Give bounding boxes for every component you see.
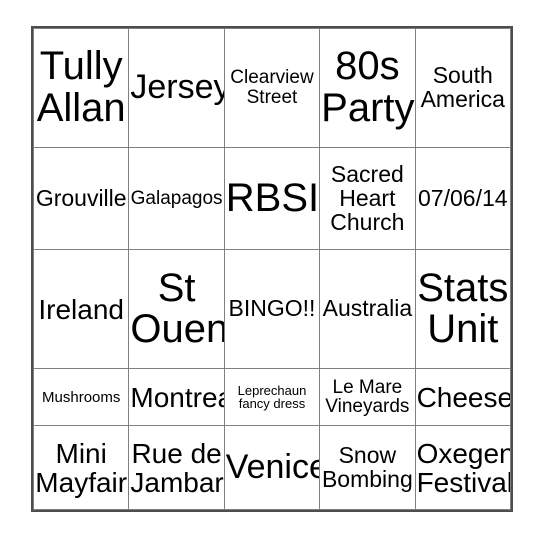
- bingo-cell[interactable]: Ireland: [32, 249, 130, 370]
- bingo-row: Grouville Galapagos RBSI Sacred Heart Ch…: [32, 146, 512, 251]
- bingo-cell-label: Galapagos: [130, 187, 223, 209]
- bingo-cell-label: Jersey: [130, 68, 225, 107]
- bingo-cell[interactable]: Clearview Street: [223, 28, 321, 148]
- bingo-cell-label: 07/06/14: [418, 184, 508, 211]
- bingo-cell-label: Venice: [225, 448, 320, 487]
- bingo-cell-label: Leprechaun fancy dress: [237, 382, 307, 412]
- bingo-row: Mini Mayfair Rue de Jambart Venice Snow …: [32, 425, 512, 510]
- bingo-cell[interactable]: 07/06/14: [414, 146, 512, 251]
- bingo-cell-label: Mini Mayfair: [35, 437, 128, 498]
- bingo-cell[interactable]: St Ouen: [128, 249, 225, 370]
- bingo-cell-label: BINGO!!: [228, 295, 316, 322]
- bingo-cell-label: St Ouen: [130, 265, 225, 352]
- bingo-cell[interactable]: Leprechaun fancy dress: [223, 368, 321, 427]
- bingo-cell[interactable]: Montreal: [128, 368, 225, 427]
- bingo-cell[interactable]: Mushrooms: [32, 368, 130, 427]
- bingo-cell-label: Tully Allan: [36, 44, 126, 130]
- bingo-cell-label: Montreal: [130, 381, 223, 413]
- bingo-cell[interactable]: Jersey: [128, 28, 225, 148]
- bingo-cell-label: Ireland: [38, 293, 124, 325]
- bingo-cell-label: South America: [420, 62, 505, 112]
- bingo-cell-label: Australia: [322, 295, 413, 322]
- bingo-cell-label: Le Mare Vineyards: [325, 376, 410, 418]
- bingo-cell-label: Sacred Heart Church: [330, 160, 405, 235]
- bingo-cell-label: Clearview Street: [230, 67, 314, 108]
- bingo-cell-label: Grouville: [35, 184, 127, 211]
- bingo-cell-label: RBSI: [225, 175, 320, 220]
- bingo-cell[interactable]: South America: [414, 28, 512, 148]
- bingo-cell[interactable]: Mini Mayfair: [32, 425, 130, 510]
- bingo-row: Tully Allan Jersey Clearview Street 80s …: [32, 28, 512, 148]
- bingo-cell[interactable]: RBSI: [223, 146, 321, 251]
- bingo-card: Tully Allan Jersey Clearview Street 80s …: [31, 26, 513, 512]
- bingo-cell-label: 80s Party: [321, 44, 415, 130]
- bingo-grid-body: Tully Allan Jersey Clearview Street 80s …: [32, 28, 512, 510]
- bingo-cell-label: Snow Bombing: [321, 441, 413, 492]
- bingo-cell[interactable]: Cheese: [414, 368, 512, 427]
- bingo-cell-free[interactable]: BINGO!!: [223, 249, 321, 370]
- bingo-cell-label: Stats Unit: [417, 265, 509, 352]
- bingo-cell[interactable]: Snow Bombing: [319, 425, 416, 510]
- bingo-cell[interactable]: Tully Allan: [32, 28, 130, 148]
- bingo-grid: Tully Allan Jersey Clearview Street 80s …: [32, 28, 512, 510]
- bingo-cell[interactable]: Stats Unit: [414, 249, 512, 370]
- bingo-cell[interactable]: Grouville: [32, 146, 130, 251]
- bingo-cell-label: Rue de Jambart: [130, 437, 225, 498]
- bingo-cell[interactable]: Australia: [319, 249, 416, 370]
- bingo-cell[interactable]: Le Mare Vineyards: [319, 368, 416, 427]
- bingo-cell[interactable]: 80s Party: [319, 28, 416, 148]
- bingo-cell-label: Mushrooms: [42, 388, 121, 406]
- bingo-cell-label: Oxegen Festival: [416, 437, 511, 498]
- bingo-cell[interactable]: Venice: [223, 425, 321, 510]
- bingo-cell[interactable]: Rue de Jambart: [128, 425, 225, 510]
- bingo-row: Mushrooms Montreal Leprechaun fancy dres…: [32, 368, 512, 427]
- bingo-cell[interactable]: Galapagos: [128, 146, 225, 251]
- bingo-row: Ireland St Ouen BINGO!! Australia Stats …: [32, 249, 512, 370]
- bingo-cell-label: Cheese: [416, 381, 511, 413]
- bingo-cell[interactable]: Oxegen Festival: [414, 425, 512, 510]
- bingo-cell[interactable]: Sacred Heart Church: [319, 146, 416, 251]
